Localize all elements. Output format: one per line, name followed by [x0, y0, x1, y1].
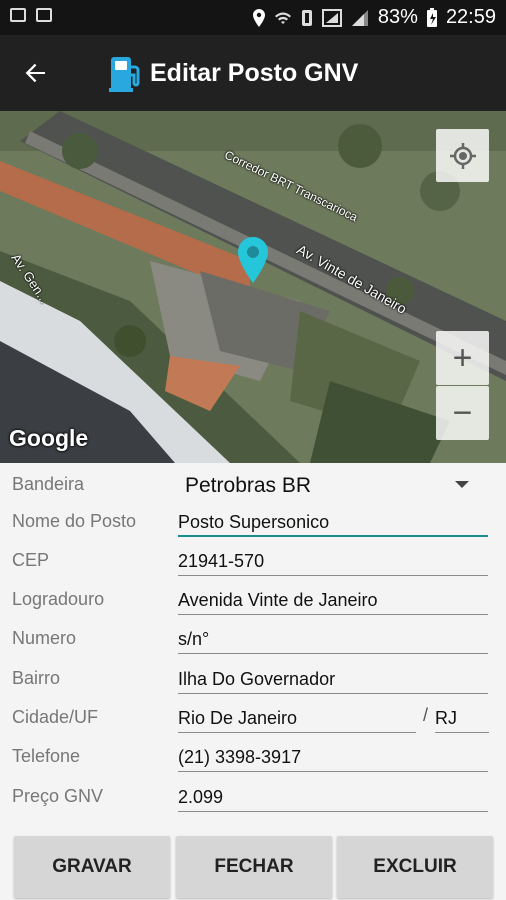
- bandeira-row: Bandeira Petrobras BR: [0, 468, 506, 506]
- nome-row: Nome do Posto Posto Supersonico: [0, 505, 506, 543]
- notification-icons: [10, 8, 52, 22]
- numero-input[interactable]: s/n°: [178, 624, 488, 654]
- logradouro-label: Logradouro: [12, 589, 105, 609]
- bairro-input[interactable]: Ilha Do Governador: [178, 664, 488, 694]
- page-title: Editar Posto GNV: [150, 58, 359, 87]
- bandeira-label: Bandeira: [12, 474, 85, 494]
- delete-button[interactable]: EXCLUIR: [337, 836, 493, 898]
- bairro-row: Bairro Ilha Do Governador: [0, 662, 506, 700]
- cep-label: CEP: [12, 550, 50, 570]
- vibrate-icon: [301, 9, 312, 26]
- close-button[interactable]: FECHAR: [176, 836, 332, 898]
- image-notification-icon: [10, 8, 26, 22]
- nome-label: Nome do Posto: [12, 511, 137, 531]
- preco-label: Preço GNV: [12, 786, 104, 806]
- map-view[interactable]: Corredor BRT Transcarioca Av. Vinte de J…: [0, 111, 506, 463]
- battery-icon: [426, 7, 437, 27]
- logradouro-input[interactable]: Avenida Vinte de Janeiro: [178, 585, 488, 615]
- zoom-in-button[interactable]: +: [436, 331, 489, 385]
- telefone-input[interactable]: (21) 3398-3917: [178, 742, 488, 772]
- dropdown-arrow-icon[interactable]: [455, 481, 469, 488]
- zoom-out-button[interactable]: −: [436, 386, 489, 440]
- gallery-notification-icon: [36, 8, 52, 22]
- app-title-group: Editar Posto GNV: [108, 53, 358, 93]
- numero-label: Numero: [12, 628, 77, 648]
- data-signal-icon: [321, 8, 342, 27]
- telefone-row: Telefone (21) 3398-3917: [0, 740, 506, 778]
- status-right: 83% 22:59: [252, 6, 496, 29]
- preco-row: Preço GNV 2.099: [0, 780, 506, 818]
- location-icon: [252, 8, 265, 27]
- clock: 22:59: [445, 6, 496, 28]
- status-bar: 83% 22:59: [0, 0, 506, 35]
- nome-input[interactable]: Posto Supersonico: [178, 507, 488, 537]
- cep-input[interactable]: 21941-570: [178, 546, 488, 576]
- app-bar: Editar Posto GNV: [0, 35, 506, 111]
- signal-strength-icon: [351, 9, 368, 26]
- logradouro-row: Logradouro Avenida Vinte de Janeiro: [0, 583, 506, 621]
- numero-row: Numero s/n°: [0, 622, 506, 660]
- preco-input[interactable]: 2.099: [178, 782, 488, 812]
- bairro-label: Bairro: [12, 668, 61, 688]
- google-logo: Google: [9, 425, 89, 451]
- wifi-icon: [274, 12, 291, 24]
- back-arrow-icon[interactable]: [18, 55, 54, 91]
- cidade-input[interactable]: Rio De Janeiro: [178, 703, 416, 733]
- cidade-label: Cidade/UF: [12, 707, 99, 727]
- bandeira-select[interactable]: Petrobras BR: [185, 474, 311, 498]
- battery-percent: 83%: [377, 6, 418, 28]
- cep-row: CEP 21941-570: [0, 544, 506, 582]
- uf-separator: /: [423, 705, 429, 725]
- save-button[interactable]: GRAVAR: [14, 836, 170, 898]
- location-marker-icon[interactable]: [236, 235, 270, 285]
- uf-input[interactable]: RJ: [435, 703, 489, 733]
- telefone-label: Telefone: [12, 746, 81, 766]
- my-location-icon: [449, 142, 476, 169]
- cidade-row: Cidade/UF Rio De Janeiro / RJ: [0, 701, 506, 739]
- my-location-button[interactable]: [436, 129, 489, 182]
- fuel-pump-icon: [109, 57, 140, 92]
